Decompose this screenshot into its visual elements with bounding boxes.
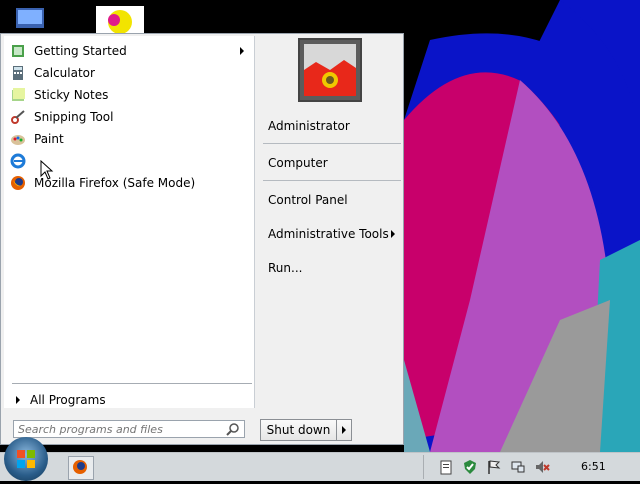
internet-explorer-icon — [10, 153, 26, 169]
windows-logo-icon — [17, 450, 35, 468]
right-pane-divider — [263, 143, 401, 144]
program-label: Paint — [34, 132, 64, 146]
run-link[interactable]: Run... — [263, 256, 401, 280]
program-snipping-tool[interactable]: Snipping Tool — [10, 107, 250, 127]
start-button[interactable] — [4, 437, 48, 481]
search-input[interactable] — [14, 422, 226, 436]
submenu-arrow-icon — [391, 230, 395, 238]
computer-link[interactable]: Computer — [263, 151, 401, 175]
all-programs-button[interactable]: All Programs — [12, 390, 252, 410]
submenu-arrow-icon — [240, 47, 244, 55]
user-account-picture[interactable] — [298, 38, 362, 102]
program-label: Mozilla Firefox (Safe Mode) — [34, 176, 196, 190]
user-administrator-link[interactable]: Administrator — [263, 114, 401, 138]
snipping-tool-icon — [10, 109, 26, 125]
all-programs-divider — [12, 383, 252, 384]
taskbar-firefox-button[interactable] — [68, 456, 94, 480]
volume-muted-icon[interactable] — [534, 459, 550, 475]
user-picture-flower-icon — [300, 40, 360, 100]
search-box[interactable] — [13, 420, 245, 438]
control-panel-link[interactable]: Control Panel — [263, 188, 401, 212]
firefox-icon — [73, 460, 87, 474]
program-getting-started[interactable]: Getting Started — [10, 41, 250, 61]
shutdown-label: Shut down — [266, 423, 331, 437]
network-icon[interactable] — [510, 459, 526, 475]
administrative-tools-label: Administrative Tools — [268, 227, 389, 241]
user-name-label: Administrator — [268, 119, 350, 133]
expand-arrow-icon — [16, 396, 20, 404]
shutdown-options-button[interactable] — [336, 420, 351, 440]
getting-started-icon — [10, 43, 26, 59]
shutdown-button[interactable]: Shut down — [260, 419, 352, 441]
program-label: Getting Started — [34, 44, 127, 58]
clock[interactable]: 6:51 — [581, 460, 606, 473]
program-calculator[interactable]: Calculator — [10, 63, 250, 83]
paint-icon — [10, 131, 26, 147]
firefox-icon — [10, 175, 26, 191]
programs-pane: Getting Started Calculator Sticky Notes … — [4, 36, 255, 408]
start-menu: Getting Started Calculator Sticky Notes … — [0, 33, 404, 445]
program-label: Sticky Notes — [34, 88, 109, 102]
security-shield-icon[interactable] — [462, 459, 478, 475]
calculator-icon — [10, 65, 26, 81]
sticky-notes-icon — [10, 87, 26, 103]
run-label: Run... — [268, 261, 303, 275]
search-icon — [226, 422, 240, 436]
clipboard-icon[interactable] — [438, 459, 454, 475]
action-center-flag-icon[interactable] — [486, 459, 502, 475]
administrative-tools-link[interactable]: Administrative Tools — [263, 222, 401, 246]
computer-label: Computer — [268, 156, 328, 170]
program-label: Calculator — [34, 66, 95, 80]
mouse-pointer-icon — [40, 160, 54, 180]
program-sticky-notes[interactable]: Sticky Notes — [10, 85, 250, 105]
right-pane-divider — [263, 180, 401, 181]
program-label: Snipping Tool — [34, 110, 114, 124]
desktop-icon-computer[interactable] — [4, 0, 52, 32]
control-panel-label: Control Panel — [268, 193, 348, 207]
program-paint[interactable]: Paint — [10, 129, 250, 149]
tray-divider — [423, 455, 424, 479]
taskbar: 6:51 — [0, 437, 640, 481]
all-programs-label: All Programs — [30, 393, 106, 407]
